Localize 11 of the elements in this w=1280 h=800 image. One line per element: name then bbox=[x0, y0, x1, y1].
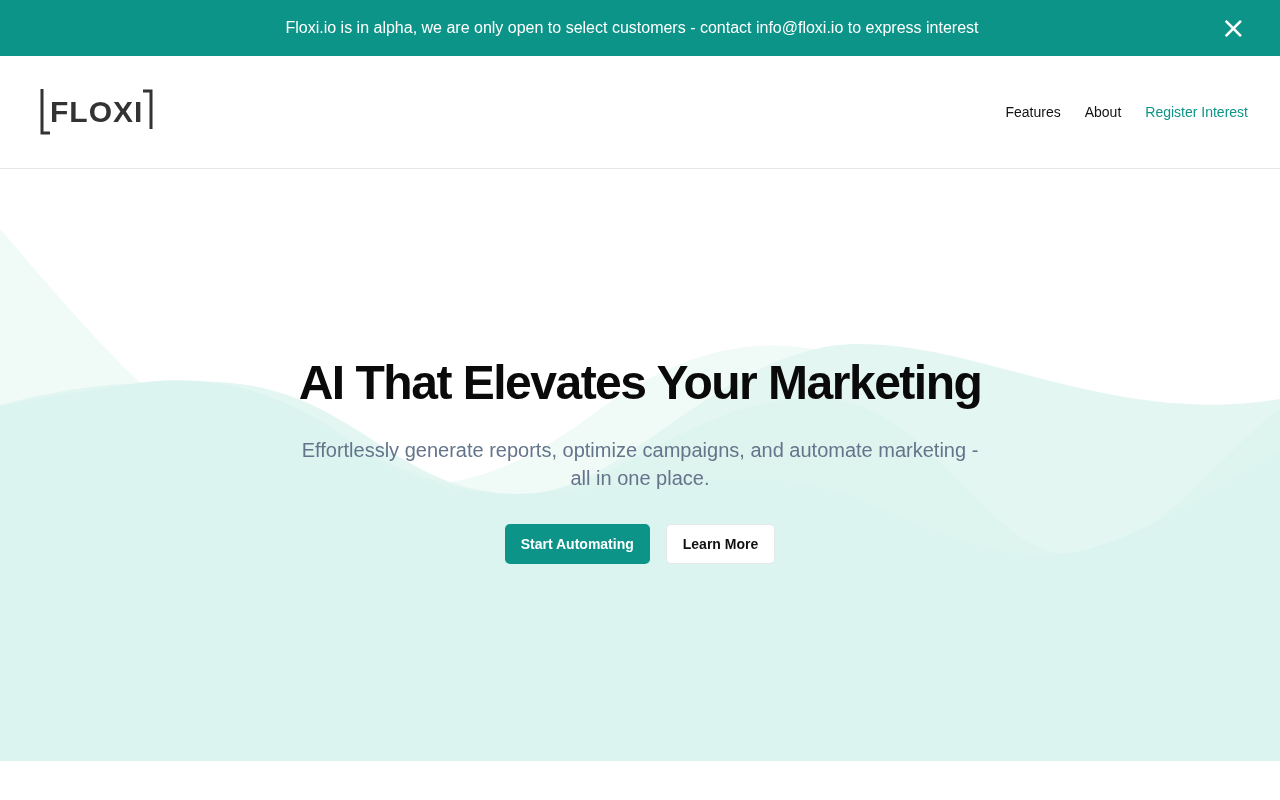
hero-title: AI That Elevates Your Marketing bbox=[298, 355, 982, 410]
close-button[interactable]: × bbox=[1216, 13, 1250, 43]
logo[interactable]: FLOXI bbox=[40, 89, 154, 135]
learn-more-button[interactable]: Learn More bbox=[665, 524, 776, 564]
announcement-text: Floxi.io is in alpha, we are only open to select customers - contact info@floxi.io to express interest bbox=[285, 19, 979, 37]
hero-subtitle: Effortlessly generate reports, optimize campaigns, and automate marketing - all in one place. bbox=[300, 438, 980, 491]
start-button[interactable]: Start Automating bbox=[504, 524, 650, 564]
bracket-icon bbox=[40, 89, 50, 135]
nav-link[interactable]: Register Interest bbox=[1145, 104, 1248, 120]
nav-link[interactable]: Features bbox=[1005, 104, 1061, 120]
nav-link[interactable]: About bbox=[1084, 104, 1122, 120]
